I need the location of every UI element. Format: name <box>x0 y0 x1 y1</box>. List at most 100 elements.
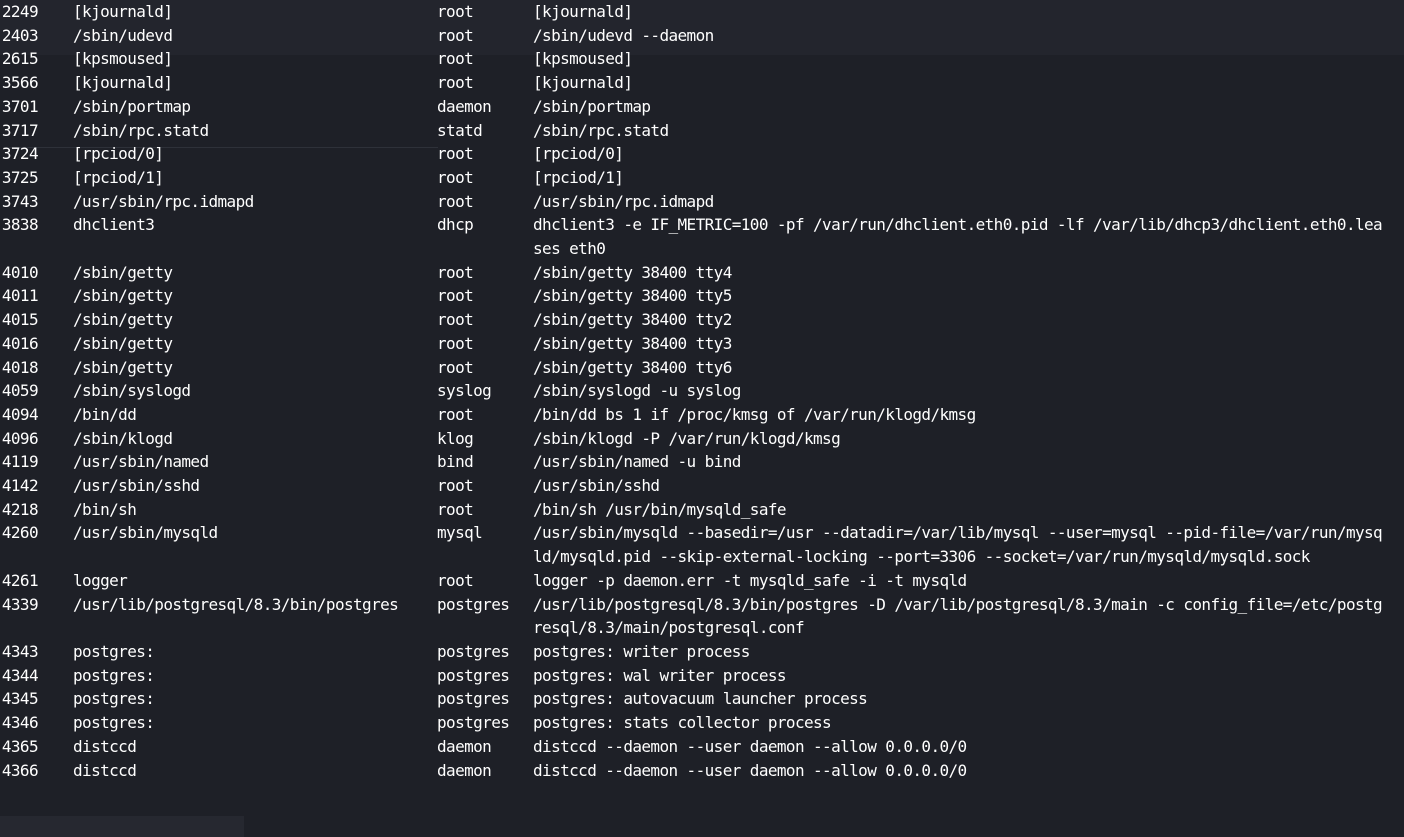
process-pid: 3743 <box>1 191 39 211</box>
process-name: /sbin/getty <box>73 262 173 282</box>
process-row: 3743/usr/sbin/rpc.idmapd root/usr/sbin/rp… <box>0 190 1404 214</box>
process-name: /sbin/portmap <box>73 96 191 116</box>
process-row: 3724 [rpciod/0] root [rpciod/0] <box>0 142 1404 166</box>
process-pid: 4142 <box>1 476 39 496</box>
process-command: /sbin/getty 38400 tty6 <box>533 357 732 377</box>
process-user: root <box>437 404 474 424</box>
process-name: postgres: <box>73 689 155 709</box>
process-row: 2403/sbin/udevd root/sbin/udevd --daemon <box>0 24 1404 48</box>
process-name: dhclient3 <box>73 215 155 235</box>
process-user: daemon <box>437 760 492 780</box>
process-row: 4346 postgres: postgres postgres: stats col… <box>0 711 1404 735</box>
process-pid: 2249 <box>1 2 39 21</box>
process-pid: 4015 <box>1 310 39 330</box>
process-row: 4345 postgres: postgres postgres: autovacuu… <box>0 687 1404 711</box>
process-user: daemon <box>437 96 492 116</box>
process-pid: 2403 <box>1 25 39 45</box>
process-row: 4011/sbin/getty root/sbin/getty 38400 tty… <box>0 284 1404 308</box>
process-pid: 4018 <box>1 357 39 377</box>
process-name: /usr/sbin/mysqld <box>73 523 218 543</box>
process-user: root <box>437 167 474 187</box>
process-row: 4365 distccd daemon distccd --daemon --user… <box>0 735 1404 759</box>
process-pid: 4344 <box>1 665 39 685</box>
process-user: statd <box>437 120 483 140</box>
process-user: root <box>437 49 474 69</box>
process-command: /sbin/getty 38400 tty4 <box>533 262 732 282</box>
process-name: /bin/sh <box>73 499 137 519</box>
process-row: 4059/sbin/syslogd syslog/sbin/syslogd -u … <box>0 379 1404 403</box>
process-pid: 4345 <box>1 689 39 709</box>
process-command: postgres: autovacuum launcher process <box>533 689 868 709</box>
process-command: /sbin/getty 38400 tty5 <box>533 286 732 306</box>
process-name: /sbin/udevd <box>73 25 173 45</box>
process-row: 4343 postgres: postgres postgres: writer pr… <box>0 640 1404 664</box>
process-name: /sbin/getty <box>73 333 173 353</box>
process-name: postgres: <box>73 641 155 661</box>
process-row: 4261 logger root logger -p daemon.err -t my… <box>0 569 1404 593</box>
process-user: klog <box>437 428 474 448</box>
process-user: mysql <box>437 523 483 543</box>
process-user: root <box>437 286 474 306</box>
process-pid: 4011 <box>1 286 39 306</box>
process-row: 4096/sbin/klogd klog/sbin/klogd -P /var/r… <box>0 427 1404 451</box>
process-command: /sbin/getty 38400 tty2 <box>533 310 732 330</box>
process-command: /usr/lib/postgresql/8.3/bin/postgres -D … <box>533 594 1383 638</box>
process-command: /usr/sbin/rpc.idmapd <box>533 191 714 211</box>
process-user: root <box>437 144 474 164</box>
process-pid: 4339 <box>1 594 39 614</box>
background-status-bar <box>0 816 244 837</box>
process-row: 3838 dhclient3 dhcp dhclient3 -e IF_METRIC=… <box>0 213 1404 260</box>
process-row: 4016/sbin/getty root/sbin/getty 38400 tty… <box>0 332 1404 356</box>
process-pid: 4010 <box>1 262 39 282</box>
process-user: postgres <box>437 594 510 614</box>
process-row: 3566 [kjournald] root [kjournald] <box>0 71 1404 95</box>
process-user: daemon <box>437 736 492 756</box>
process-pid: 3838 <box>1 215 39 235</box>
process-pid: 2615 <box>1 49 39 69</box>
process-name: /sbin/getty <box>73 286 173 306</box>
process-row: 4339/usr/lib/postgresql/8.3/bin/postgres… <box>0 593 1404 640</box>
process-command: postgres: writer process <box>533 641 750 661</box>
process-name: /sbin/getty <box>73 357 173 377</box>
process-command: [rpciod/0] <box>533 144 624 164</box>
process-user: dhcp <box>437 215 474 235</box>
process-name: logger <box>73 570 128 590</box>
process-name: distccd <box>73 760 137 780</box>
process-name: /sbin/klogd <box>73 428 173 448</box>
process-command: distccd --daemon --user daemon --allow 0… <box>533 760 967 780</box>
process-command: dhclient3 -e IF_METRIC=100 -pf /var/run/… <box>533 215 1383 259</box>
process-row: 4015/sbin/getty root/sbin/getty 38400 tty… <box>0 308 1404 332</box>
process-pid: 4261 <box>1 570 39 590</box>
process-pid: 4346 <box>1 713 39 733</box>
process-row: 4094/bin/dd root/bin/dd bs 1 if /proc/kms… <box>0 403 1404 427</box>
process-row: 4218/bin/sh root/bin/sh /usr/bin/mysqld_s… <box>0 498 1404 522</box>
terminal-output[interactable]: 2249 [kjournald] root [kjournald] 2403/sbin/… <box>0 0 1404 816</box>
process-pid: 4094 <box>1 404 39 424</box>
process-row: 3717/sbin/rpc.statd statd/sbin/rpc.statd <box>0 119 1404 143</box>
process-user: root <box>437 333 474 353</box>
process-name: /sbin/getty <box>73 310 173 330</box>
process-row: 4119/usr/sbin/named bind/usr/sbin/named -… <box>0 450 1404 474</box>
process-user: root <box>437 262 474 282</box>
process-command: distccd --daemon --user daemon --allow 0… <box>533 736 967 756</box>
process-user: root <box>437 476 474 496</box>
process-row: 2249 [kjournald] root [kjournald] <box>0 0 1404 24</box>
process-command: /sbin/udevd --daemon <box>533 25 714 45</box>
process-command: /usr/sbin/sshd <box>533 476 660 496</box>
process-command: /bin/dd bs 1 if /proc/kmsg of /var/run/k… <box>533 404 976 424</box>
process-name: [rpciod/0] <box>73 144 164 164</box>
process-name: distccd <box>73 736 137 756</box>
process-name: /sbin/rpc.statd <box>73 120 209 140</box>
process-user: root <box>437 73 474 93</box>
process-command: [kpsmoused] <box>533 49 633 69</box>
process-pid: 4365 <box>1 736 39 756</box>
process-pid: 3724 <box>1 144 39 164</box>
process-name: /usr/sbin/named <box>73 452 209 472</box>
process-command: /sbin/klogd -P /var/run/klogd/kmsg <box>533 428 841 448</box>
process-pid: 4366 <box>1 760 39 780</box>
process-row: 4366 distccd daemon distccd --daemon --user… <box>0 759 1404 783</box>
process-row: 4260/usr/sbin/mysqld mysql/usr/sbin/mysql… <box>0 521 1404 568</box>
process-pid: 4218 <box>1 499 39 519</box>
process-user: postgres <box>437 689 510 709</box>
process-row: 4010/sbin/getty root/sbin/getty 38400 tty… <box>0 261 1404 285</box>
